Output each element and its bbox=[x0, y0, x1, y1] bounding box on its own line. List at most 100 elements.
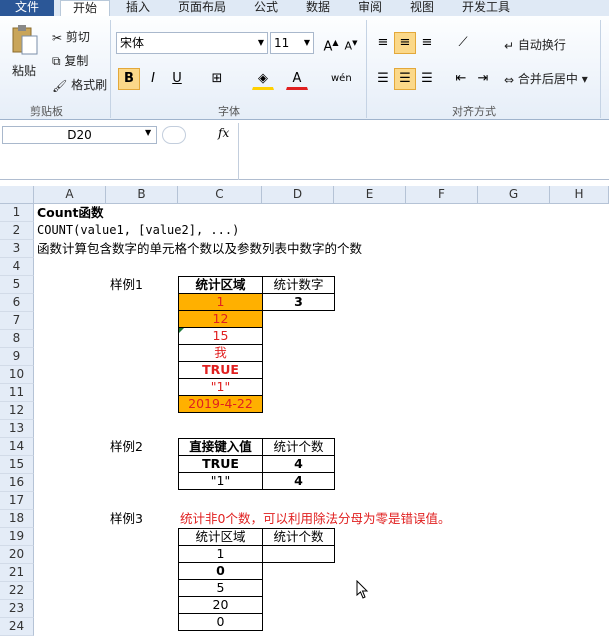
row-header[interactable]: 6 bbox=[0, 294, 34, 312]
ex1-header-count[interactable]: 统计数字 bbox=[262, 276, 335, 294]
ex2-value[interactable]: TRUE bbox=[178, 455, 263, 473]
ex1-value[interactable]: TRUE bbox=[178, 361, 263, 379]
bold-button[interactable]: B bbox=[118, 68, 140, 90]
underline-button[interactable]: U bbox=[166, 68, 188, 90]
ex1-value[interactable]: 2019-4-22 bbox=[178, 395, 263, 413]
row-header[interactable]: 22 bbox=[0, 582, 34, 600]
chevron-down-icon[interactable]: ▼ bbox=[145, 128, 151, 137]
row-header[interactable]: 19 bbox=[0, 528, 34, 546]
ex2-header-count[interactable]: 统计个数 bbox=[262, 438, 335, 456]
phonetic-icon[interactable]: wén bbox=[330, 68, 352, 90]
ex1-result[interactable]: 3 bbox=[262, 293, 335, 311]
column-header[interactable]: F bbox=[406, 186, 478, 204]
increase-indent-icon[interactable]: ⇥ bbox=[472, 68, 494, 90]
example2-label[interactable]: 样例2 bbox=[110, 438, 143, 456]
row-header[interactable]: 7 bbox=[0, 312, 34, 330]
row-header[interactable]: 1 bbox=[0, 204, 34, 222]
example3-note[interactable]: 统计非0个数，可以利用除法分母为零是错误值。 bbox=[180, 510, 450, 528]
tab-view[interactable]: 视图 bbox=[410, 0, 434, 16]
border-icon[interactable]: ⊞ bbox=[206, 68, 228, 90]
ex3-header-range[interactable]: 统计区域 bbox=[178, 528, 263, 546]
ex2-header-value[interactable]: 直接键入值 bbox=[178, 438, 263, 456]
row-header[interactable]: 17 bbox=[0, 492, 34, 510]
ex1-header-range[interactable]: 统计区域 bbox=[178, 276, 263, 294]
row-header[interactable]: 9 bbox=[0, 348, 34, 366]
row-header[interactable]: 12 bbox=[0, 402, 34, 420]
decrease-indent-icon[interactable]: ⇤ bbox=[450, 68, 472, 90]
align-center-icon[interactable]: ☰ bbox=[394, 68, 416, 90]
row-header[interactable]: 8 bbox=[0, 330, 34, 348]
column-header[interactable]: H bbox=[550, 186, 609, 204]
align-right-icon[interactable]: ☰ bbox=[416, 68, 438, 90]
ex3-value[interactable]: 1 bbox=[178, 545, 263, 563]
ex1-value[interactable]: 15 bbox=[178, 327, 263, 345]
row-header[interactable]: 15 bbox=[0, 456, 34, 474]
row-header[interactable]: 10 bbox=[0, 366, 34, 384]
tab-data[interactable]: 数据 bbox=[306, 0, 330, 16]
align-middle-icon[interactable]: ≡ bbox=[394, 32, 416, 54]
row-header[interactable]: 2 bbox=[0, 222, 34, 240]
row-header[interactable]: 24 bbox=[0, 618, 34, 636]
paste-button[interactable]: 粘贴 bbox=[12, 62, 36, 79]
ex1-value[interactable]: 1 bbox=[178, 293, 263, 311]
orientation-icon[interactable]: ⟋ bbox=[452, 32, 474, 54]
align-bottom-icon[interactable]: ≡ bbox=[416, 32, 438, 54]
column-header[interactable]: E bbox=[334, 186, 406, 204]
italic-button[interactable]: I bbox=[142, 68, 164, 90]
ex3-value[interactable]: 0 bbox=[178, 562, 263, 580]
row-header[interactable]: 5 bbox=[0, 276, 34, 294]
shrink-font-icon[interactable]: A▼ bbox=[340, 32, 362, 54]
ex3-value[interactable]: 0 bbox=[178, 613, 263, 631]
grow-font-icon[interactable]: A▲ bbox=[320, 32, 342, 54]
row-header[interactable]: 16 bbox=[0, 474, 34, 492]
example1-label[interactable]: 样例1 bbox=[110, 276, 143, 294]
align-top-icon[interactable]: ≡ bbox=[372, 32, 394, 54]
tab-insert[interactable]: 插入 bbox=[126, 0, 150, 16]
column-header[interactable]: B bbox=[106, 186, 178, 204]
row-header[interactable]: 21 bbox=[0, 564, 34, 582]
row-header[interactable]: 23 bbox=[0, 600, 34, 618]
align-left-icon[interactable]: ☰ bbox=[372, 68, 394, 90]
tab-file[interactable]: 文件 bbox=[0, 0, 54, 16]
column-header[interactable]: C bbox=[178, 186, 262, 204]
row-header[interactable]: 13 bbox=[0, 420, 34, 438]
row-header[interactable]: 11 bbox=[0, 384, 34, 402]
expand-icon[interactable] bbox=[162, 126, 186, 144]
font-size-select[interactable]: 11 ▼ bbox=[270, 32, 314, 54]
font-name-select[interactable]: 宋体 ▼ bbox=[116, 32, 268, 54]
ex2-value[interactable]: "1" bbox=[178, 472, 263, 490]
ex2-result[interactable]: 4 bbox=[262, 472, 335, 490]
cell-a1[interactable]: Count函数 bbox=[37, 204, 104, 222]
ex3-header-count[interactable]: 统计个数 bbox=[262, 528, 335, 546]
formula-input[interactable] bbox=[238, 123, 609, 180]
font-color-icon[interactable]: A bbox=[286, 68, 308, 90]
row-header[interactable]: 14 bbox=[0, 438, 34, 456]
cell-a2[interactable]: COUNT(value1, [value2], ...) bbox=[37, 222, 239, 240]
tab-page-layout[interactable]: 页面布局 bbox=[178, 0, 226, 16]
copy-button[interactable]: ⧉ 复制 bbox=[52, 52, 88, 69]
merge-center-button[interactable]: ⇔ 合并后居中 ▾ bbox=[504, 70, 588, 87]
column-header[interactable]: G bbox=[478, 186, 550, 204]
select-all-corner[interactable] bbox=[0, 186, 34, 204]
row-header[interactable]: 3 bbox=[0, 240, 34, 258]
cut-button[interactable]: ✂ 剪切 bbox=[52, 28, 90, 45]
row-header[interactable]: 18 bbox=[0, 510, 34, 528]
ex3-value[interactable]: 5 bbox=[178, 579, 263, 597]
ex1-value[interactable]: "1" bbox=[178, 378, 263, 396]
tab-formulas[interactable]: 公式 bbox=[254, 0, 278, 16]
column-header[interactable]: A bbox=[34, 186, 106, 204]
ex3-value[interactable]: 20 bbox=[178, 596, 263, 614]
cell-a3[interactable]: 函数计算包含数字的单元格个数以及参数列表中数字的个数 bbox=[37, 240, 362, 258]
function-icon[interactable]: fx bbox=[218, 126, 229, 140]
cell-d20-selected[interactable] bbox=[262, 545, 335, 563]
ex1-value[interactable]: 我 bbox=[178, 344, 263, 362]
tab-developer[interactable]: 开发工具 bbox=[462, 0, 510, 16]
ex1-value[interactable]: 12 bbox=[178, 310, 263, 328]
wrap-text-button[interactable]: ↵ 自动换行 bbox=[504, 36, 566, 53]
fill-color-icon[interactable]: ◈ bbox=[252, 68, 274, 90]
row-header[interactable]: 4 bbox=[0, 258, 34, 276]
format-painter-button[interactable]: 🖌 格式刷 bbox=[52, 76, 107, 93]
tab-home[interactable]: 开始 bbox=[60, 0, 110, 16]
name-box[interactable]: D20 bbox=[2, 126, 157, 144]
paste-icon[interactable] bbox=[10, 24, 40, 55]
